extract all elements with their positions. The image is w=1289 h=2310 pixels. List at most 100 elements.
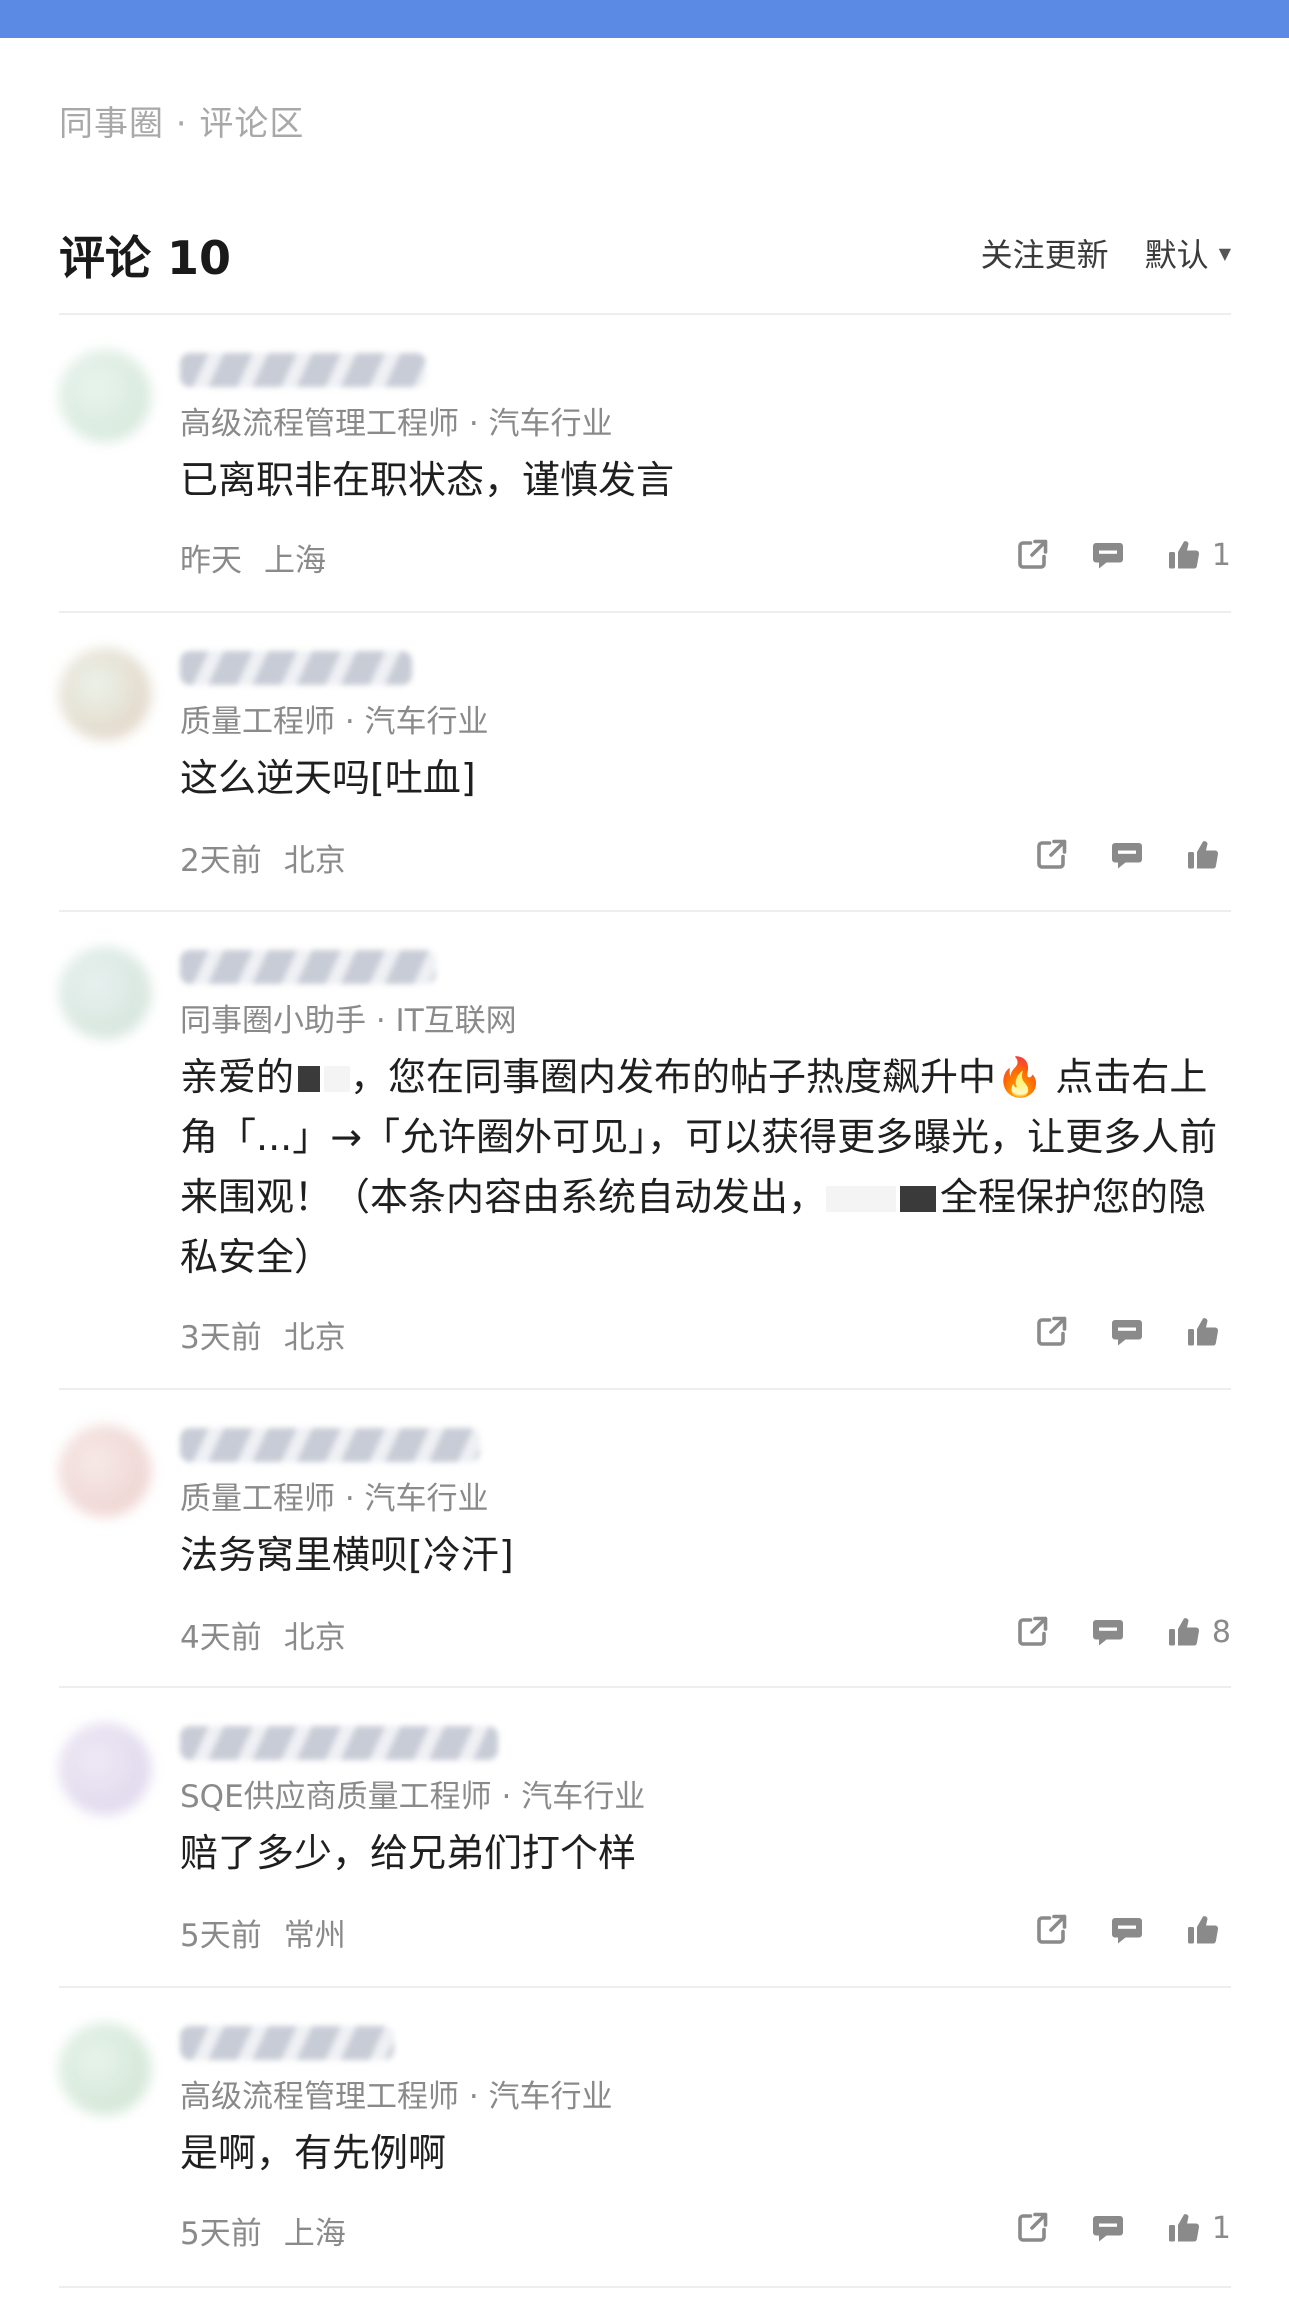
comment-item: 高级流程管理工程师 · 汽车行业 是啊，有先例啊 5天前 上海 1 xyxy=(59,2023,1231,2253)
share-button[interactable] xyxy=(1033,1912,1069,1948)
redacted-block xyxy=(324,1066,351,1092)
comment-icon xyxy=(1109,837,1145,873)
username-blurred[interactable] xyxy=(180,1428,480,1462)
divider xyxy=(59,2286,1231,2288)
time-location: 3天前 北京 xyxy=(180,1312,346,1357)
sort-dropdown[interactable]: 默认 ▼ xyxy=(1145,230,1231,276)
share-button[interactable] xyxy=(1014,2210,1050,2246)
comment-text: 已离职非在职状态，谨慎发言 xyxy=(180,458,675,502)
comments-title: 评论 10 xyxy=(59,231,232,285)
time-location: 4天前 北京 xyxy=(180,1612,346,1657)
comment-icon xyxy=(1090,537,1126,573)
comment-text: 亲爱的 ，您在同事圈内发布的帖子热度飙升中🔥 点击右上角「...」→「允许圈外可见… xyxy=(180,1047,1240,1287)
comment-location: 北京 xyxy=(283,843,346,879)
comment-actions xyxy=(993,1310,1231,1354)
comment-footer: 2天前 北京 xyxy=(180,833,1231,880)
share-icon xyxy=(1033,1314,1069,1350)
avatar[interactable] xyxy=(59,947,151,1039)
divider xyxy=(59,1686,1231,1688)
divider xyxy=(59,910,1231,912)
comment-footer: 昨天 上海 1 xyxy=(180,533,1231,580)
redacted-block xyxy=(900,1186,937,1212)
like-count: 1 xyxy=(1211,537,1231,573)
author-meta: 高级流程管理工程师 · 汽车行业 xyxy=(180,2079,613,2115)
comment-actions xyxy=(993,833,1231,877)
share-icon xyxy=(1014,1614,1050,1650)
comment-actions xyxy=(993,1908,1231,1952)
share-button[interactable] xyxy=(1033,1314,1069,1350)
like-button[interactable] xyxy=(1185,1912,1231,1948)
username-blurred[interactable] xyxy=(180,950,436,984)
comment-text: 是啊，有先例啊 xyxy=(180,2131,447,2175)
avatar[interactable] xyxy=(59,1425,151,1517)
comment-location: 北京 xyxy=(283,1620,346,1656)
author-meta: 同事圈小助手 · IT互联网 xyxy=(180,1003,517,1039)
time-location: 2天前 北京 xyxy=(180,835,346,880)
share-button[interactable] xyxy=(1033,837,1069,873)
thumbs-up-icon xyxy=(1166,2210,1202,2246)
thumbs-up-icon xyxy=(1166,537,1202,573)
comment-location: 上海 xyxy=(264,543,326,579)
share-button[interactable] xyxy=(1014,537,1050,573)
reply-button[interactable] xyxy=(1090,2210,1126,2246)
avatar[interactable] xyxy=(59,2023,151,2115)
comment-icon xyxy=(1090,2210,1126,2246)
sort-label: 默认 xyxy=(1144,236,1209,274)
comment-time: 昨天 xyxy=(180,543,242,579)
comment-time: 2天前 xyxy=(180,843,262,879)
share-icon xyxy=(1033,837,1069,873)
username-blurred[interactable] xyxy=(180,353,426,387)
comment-icon xyxy=(1109,1314,1145,1350)
author-meta: 质量工程师 · 汽车行业 xyxy=(180,704,489,740)
thumbs-up-icon xyxy=(1166,1614,1202,1650)
username-blurred[interactable] xyxy=(180,651,412,685)
username-blurred[interactable] xyxy=(180,1726,498,1760)
comment-actions: 1 xyxy=(974,533,1231,577)
username-blurred[interactable] xyxy=(180,2026,394,2060)
divider xyxy=(59,313,1231,315)
reply-button[interactable] xyxy=(1109,1912,1145,1948)
author-meta: 质量工程师 · 汽车行业 xyxy=(180,1481,489,1517)
avatar[interactable] xyxy=(59,648,151,740)
comment-time: 4天前 xyxy=(180,1620,262,1656)
thumbs-up-icon xyxy=(1185,837,1221,873)
comment-actions: 1 xyxy=(974,2206,1231,2250)
like-count: 8 xyxy=(1211,1614,1231,1650)
redacted-block xyxy=(826,1186,897,1212)
time-location: 5天前 上海 xyxy=(180,2208,346,2253)
comment-text: 法务窝里横呗[冷汗] xyxy=(180,1533,514,1577)
avatar[interactable] xyxy=(59,1723,151,1815)
like-button[interactable]: 8 xyxy=(1166,1614,1231,1650)
share-button[interactable] xyxy=(1014,1614,1050,1650)
like-button[interactable] xyxy=(1185,837,1231,873)
comment-actions: 8 xyxy=(974,1610,1231,1654)
like-button[interactable] xyxy=(1185,1314,1231,1350)
reply-button[interactable] xyxy=(1090,1614,1126,1650)
comment-location: 北京 xyxy=(283,1320,346,1356)
comments-header: 评论 10 关注更新 默认 ▼ xyxy=(59,218,1231,285)
comment-item: 质量工程师 · 汽车行业 法务窝里横呗[冷汗] 4天前 北京 8 xyxy=(59,1425,1231,1656)
reply-button[interactable] xyxy=(1109,837,1145,873)
comment-text: 这么逆天吗[吐血] xyxy=(180,756,476,800)
comment-footer: 5天前 上海 1 xyxy=(180,2206,1231,2253)
caret-down-icon: ▼ xyxy=(1218,243,1231,263)
like-button[interactable]: 1 xyxy=(1166,537,1231,573)
like-button[interactable]: 1 xyxy=(1166,2210,1231,2246)
avatar[interactable] xyxy=(59,350,151,442)
follow-updates-button[interactable]: 关注更新 xyxy=(981,230,1109,276)
comment-item: 质量工程师 · 汽车行业 这么逆天吗[吐血] 2天前 北京 xyxy=(59,648,1231,880)
comment-time: 3天前 xyxy=(180,1320,262,1356)
time-location: 5天前 常州 xyxy=(180,1910,346,1955)
comment-text: 赔了多少，给兄弟们打个样 xyxy=(180,1831,637,1875)
comment-location: 上海 xyxy=(283,2216,346,2252)
divider xyxy=(59,1388,1231,1390)
comment-location: 常州 xyxy=(283,1918,346,1954)
comment-item: 同事圈小助手 · IT互联网 亲爱的 ，您在同事圈内发布的帖子热度飙升中🔥 点击右… xyxy=(59,947,1231,1356)
redacted-block xyxy=(298,1066,321,1092)
reply-button[interactable] xyxy=(1090,537,1126,573)
comment-item: SQE供应商质量工程师 · 汽车行业 赔了多少，给兄弟们打个样 5天前 常州 xyxy=(59,1723,1231,1954)
author-meta: 高级流程管理工程师 · 汽车行业 xyxy=(180,406,613,442)
reply-button[interactable] xyxy=(1109,1314,1145,1350)
divider xyxy=(59,611,1231,613)
comment-text-part: 亲爱的 xyxy=(180,1055,295,1099)
